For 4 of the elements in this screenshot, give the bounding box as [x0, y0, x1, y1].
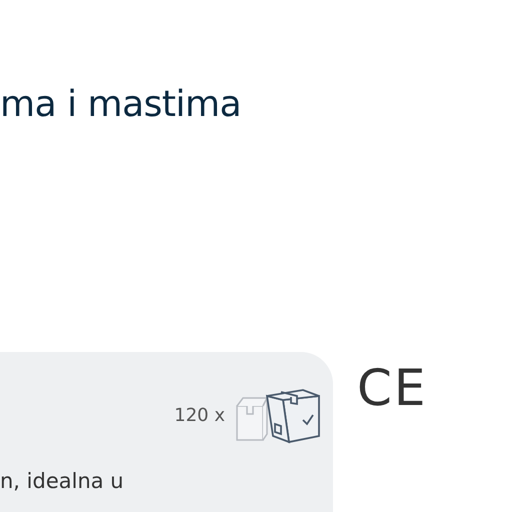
product-description: n, idealna u	[0, 468, 125, 494]
quantity-label: 120 x	[174, 404, 225, 426]
ce-mark: CE	[357, 358, 428, 418]
page-heading: ma i mastima	[0, 83, 242, 127]
